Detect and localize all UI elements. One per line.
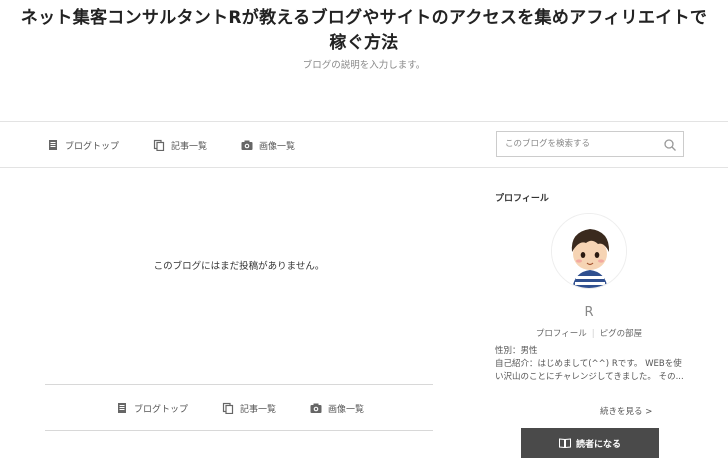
nav-articles-label: 記事一覧 [171,141,208,152]
search-button[interactable] [663,138,677,152]
footer-nav-images[interactable]: 画像一覧 [310,401,364,415]
search-input[interactable] [497,132,657,156]
copy-icon [222,402,234,414]
profile-intro: 自己紹介：はじめまして(^^) Rです。 WEBを使い沢山のことにチャレンジして… [495,359,684,382]
profile-gender: 性別：男性 [495,346,538,356]
blog-description: ブログの説明を入力します。 [302,60,426,71]
profile-link[interactable]: プロフィール [536,329,587,339]
avatar-image [552,214,626,288]
camera-icon [310,403,322,413]
subscribe-button[interactable]: 読者になる [521,428,659,458]
footer-nav-articles[interactable]: 記事一覧 [222,401,276,415]
read-more-link[interactable]: 続きを見る > [600,405,652,417]
pigg-room-link[interactable]: ピグの部屋 [600,329,643,339]
copy-icon [153,139,165,151]
site-header: ネット集客コンサルタントRが教えるブログやサイトのアクセスを集めアフィリエイトで… [0,0,728,122]
avatar[interactable] [551,213,627,289]
nav-images-label: 画像一覧 [259,141,296,152]
footer-nav: ブログトップ 記事一覧 画像一覧 [45,384,433,431]
footer-nav-images-label: 画像一覧 [328,404,365,415]
nav-blog-top[interactable]: ブログトップ [47,138,119,152]
footer-nav-blog-top[interactable]: ブログトップ [116,401,188,415]
camera-icon [241,140,253,150]
nav-articles[interactable]: 記事一覧 [153,138,207,152]
search-icon [664,139,676,151]
document-icon [49,140,57,150]
profile-links: プロフィール | ピグの部屋 [495,327,683,339]
profile-info: 性別：男性 自己紹介：はじめまして(^^) Rです。 WEBを使い沢山のことにチ… [495,345,687,384]
link-separator: | [591,329,595,339]
profile-name: R [584,305,594,320]
book-icon [558,438,571,448]
nav-blog-top-label: ブログトップ [65,141,120,152]
footer-nav-articles-label: 記事一覧 [240,404,277,415]
search-box [496,131,684,157]
blog-title[interactable]: ネット集客コンサルタントRが教えるブログやサイトのアクセスを集めアフィリエイトで… [14,6,714,56]
profile-heading: プロフィール [495,194,549,204]
document-icon [118,403,126,413]
footer-nav-blog-top-label: ブログトップ [134,404,189,415]
empty-posts-message: このブログにはまだ投稿がありません。 [153,261,325,272]
nav-images[interactable]: 画像一覧 [241,138,295,152]
subscribe-label: 読者になる [575,439,621,450]
